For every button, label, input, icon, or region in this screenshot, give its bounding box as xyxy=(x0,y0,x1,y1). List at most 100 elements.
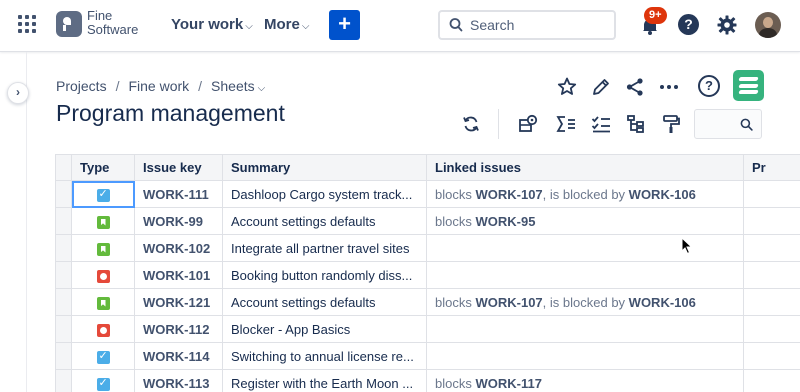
format-painter-icon[interactable] xyxy=(661,114,681,134)
sheets-app-logo-icon[interactable] xyxy=(733,70,764,101)
fine-software-logo-icon[interactable] xyxy=(56,11,82,37)
row-handle[interactable] xyxy=(55,180,72,208)
help-icon[interactable]: ? xyxy=(678,14,699,35)
breadcrumb-project[interactable]: Fine work xyxy=(128,78,189,94)
star-icon[interactable] xyxy=(556,76,578,98)
cell-type[interactable] xyxy=(71,342,135,370)
table-row[interactable]: WORK-111Dashloop Cargo system track...bl… xyxy=(55,180,800,208)
cell-summary[interactable]: Blocker - App Basics xyxy=(222,315,427,343)
create-button[interactable]: + xyxy=(329,10,360,40)
cell-summary[interactable]: Register with the Earth Moon ... xyxy=(222,369,427,392)
cell-issue-key[interactable]: WORK-113 xyxy=(134,369,223,392)
task-type-icon xyxy=(96,376,110,391)
cell-issue-key[interactable]: WORK-99 xyxy=(134,207,223,235)
cell-summary[interactable]: Booking button randomly diss... xyxy=(222,261,427,289)
breadcrumb-separator: / xyxy=(115,78,120,94)
cell-summary[interactable]: Integrate all partner travel sites xyxy=(222,234,427,262)
column-header-issue-key[interactable]: Issue key xyxy=(134,154,223,181)
cell-type[interactable] xyxy=(71,288,135,316)
cell-issue-key[interactable]: WORK-111 xyxy=(134,180,223,208)
cell-priority[interactable] xyxy=(743,369,800,392)
page-title: Program management xyxy=(56,100,285,126)
cell-type[interactable] xyxy=(71,369,135,392)
cell-priority[interactable] xyxy=(743,261,800,289)
chevron-down-icon: ⌵ xyxy=(301,21,310,32)
cell-summary[interactable]: Account settings defaults xyxy=(222,288,427,316)
cell-type[interactable] xyxy=(71,315,135,343)
cell-linked-issues[interactable] xyxy=(426,315,744,343)
help-question-icon[interactable]: ? xyxy=(698,75,720,97)
sum-icon[interactable] xyxy=(556,114,576,134)
table-row[interactable]: WORK-112 Blocker - App Basics xyxy=(55,315,800,343)
row-handle[interactable] xyxy=(55,369,72,392)
cell-linked-issues[interactable] xyxy=(426,261,744,289)
linked-issue-key[interactable]: WORK-107 xyxy=(475,187,542,202)
linked-issue-key[interactable]: WORK-107 xyxy=(475,295,542,310)
cell-priority[interactable] xyxy=(743,288,800,316)
row-handle[interactable] xyxy=(55,207,72,235)
cell-type[interactable] xyxy=(71,180,135,208)
cell-summary[interactable]: Account settings defaults xyxy=(222,207,427,235)
table-row[interactable]: WORK-121 Account settings defaults blocks … xyxy=(55,288,800,316)
share-icon[interactable] xyxy=(624,76,646,98)
your-work-menu[interactable]: Your work ⌵ xyxy=(171,16,253,33)
more-actions-icon[interactable] xyxy=(658,76,680,98)
linked-issue-key[interactable]: WORK-117 xyxy=(475,376,541,391)
link-relation: blocks xyxy=(435,186,472,202)
table-search-input[interactable] xyxy=(694,109,762,139)
app-switcher-icon[interactable] xyxy=(18,15,36,33)
cell-linked-issues[interactable]: blocks WORK-95 xyxy=(426,207,744,235)
linked-issue-key[interactable]: WORK-106 xyxy=(629,187,696,202)
settings-gear-icon[interactable] xyxy=(716,14,738,36)
expand-sidebar-chevron-icon[interactable]: › xyxy=(7,82,29,104)
row-handle[interactable] xyxy=(55,342,72,370)
search-input[interactable]: Search xyxy=(438,10,616,40)
cell-linked-issues[interactable]: blocks WORK-107, is blocked by WORK-106 xyxy=(426,180,744,208)
linked-issue-key[interactable]: WORK-95 xyxy=(475,214,535,229)
table-row[interactable]: WORK-113Register with the Earth Moon ...… xyxy=(55,369,800,392)
cell-priority[interactable] xyxy=(743,180,800,208)
cell-priority[interactable] xyxy=(743,315,800,343)
cell-priority[interactable] xyxy=(743,207,800,235)
edit-pencil-icon[interactable] xyxy=(590,76,612,98)
table-row[interactable]: WORK-99 Account settings defaults blocks W… xyxy=(55,207,800,235)
column-header-summary[interactable]: Summary xyxy=(222,154,427,181)
table-settings-icon[interactable] xyxy=(518,114,538,134)
user-avatar[interactable] xyxy=(755,12,781,38)
cell-issue-key[interactable]: WORK-114 xyxy=(134,342,223,370)
column-header-priority[interactable]: Pr xyxy=(743,154,800,181)
row-handle[interactable] xyxy=(55,288,72,316)
brand-name[interactable]: Fine Software xyxy=(87,9,138,37)
row-handle[interactable] xyxy=(55,315,72,343)
breadcrumb-separator: / xyxy=(198,78,203,94)
cell-summary[interactable]: Switching to annual license re... xyxy=(222,342,427,370)
cell-linked-issues[interactable]: blocks WORK-107, is blocked by WORK-106 xyxy=(426,288,744,316)
cell-summary[interactable]: Dashloop Cargo system track... xyxy=(222,180,427,208)
cell-type[interactable] xyxy=(71,261,135,289)
cell-priority[interactable] xyxy=(743,234,800,262)
row-handle[interactable] xyxy=(55,234,72,262)
cell-issue-key[interactable]: WORK-121 xyxy=(134,288,223,316)
cell-issue-key[interactable]: WORK-112 xyxy=(134,315,223,343)
more-menu[interactable]: More ⌵ xyxy=(264,16,309,33)
table-row[interactable]: WORK-101 Booking button randomly diss... xyxy=(55,261,800,289)
cell-type[interactable] xyxy=(71,207,135,235)
cell-linked-issues[interactable] xyxy=(426,234,744,262)
checklist-icon[interactable] xyxy=(591,114,611,134)
cell-linked-issues[interactable]: blocks WORK-117 xyxy=(426,369,744,392)
breadcrumb-sheets[interactable]: Sheets ⌵ xyxy=(211,78,265,94)
cell-linked-issues[interactable] xyxy=(426,342,744,370)
cell-issue-key[interactable]: WORK-101 xyxy=(134,261,223,289)
linked-issue-key[interactable]: WORK-106 xyxy=(629,295,696,310)
column-header-linked-issues[interactable]: Linked issues xyxy=(426,154,744,181)
hierarchy-icon[interactable] xyxy=(626,114,646,134)
breadcrumb-projects[interactable]: Projects xyxy=(56,78,107,94)
issues-sheet: Type Issue key Summary Linked issues Pr … xyxy=(55,154,800,392)
table-row[interactable]: WORK-114Switching to annual license re..… xyxy=(55,342,800,370)
cell-issue-key[interactable]: WORK-102 xyxy=(134,234,223,262)
refresh-icon[interactable] xyxy=(461,114,481,134)
column-header-type[interactable]: Type xyxy=(71,154,135,181)
cell-priority[interactable] xyxy=(743,342,800,370)
cell-type[interactable] xyxy=(71,234,135,262)
row-handle[interactable] xyxy=(55,261,72,289)
